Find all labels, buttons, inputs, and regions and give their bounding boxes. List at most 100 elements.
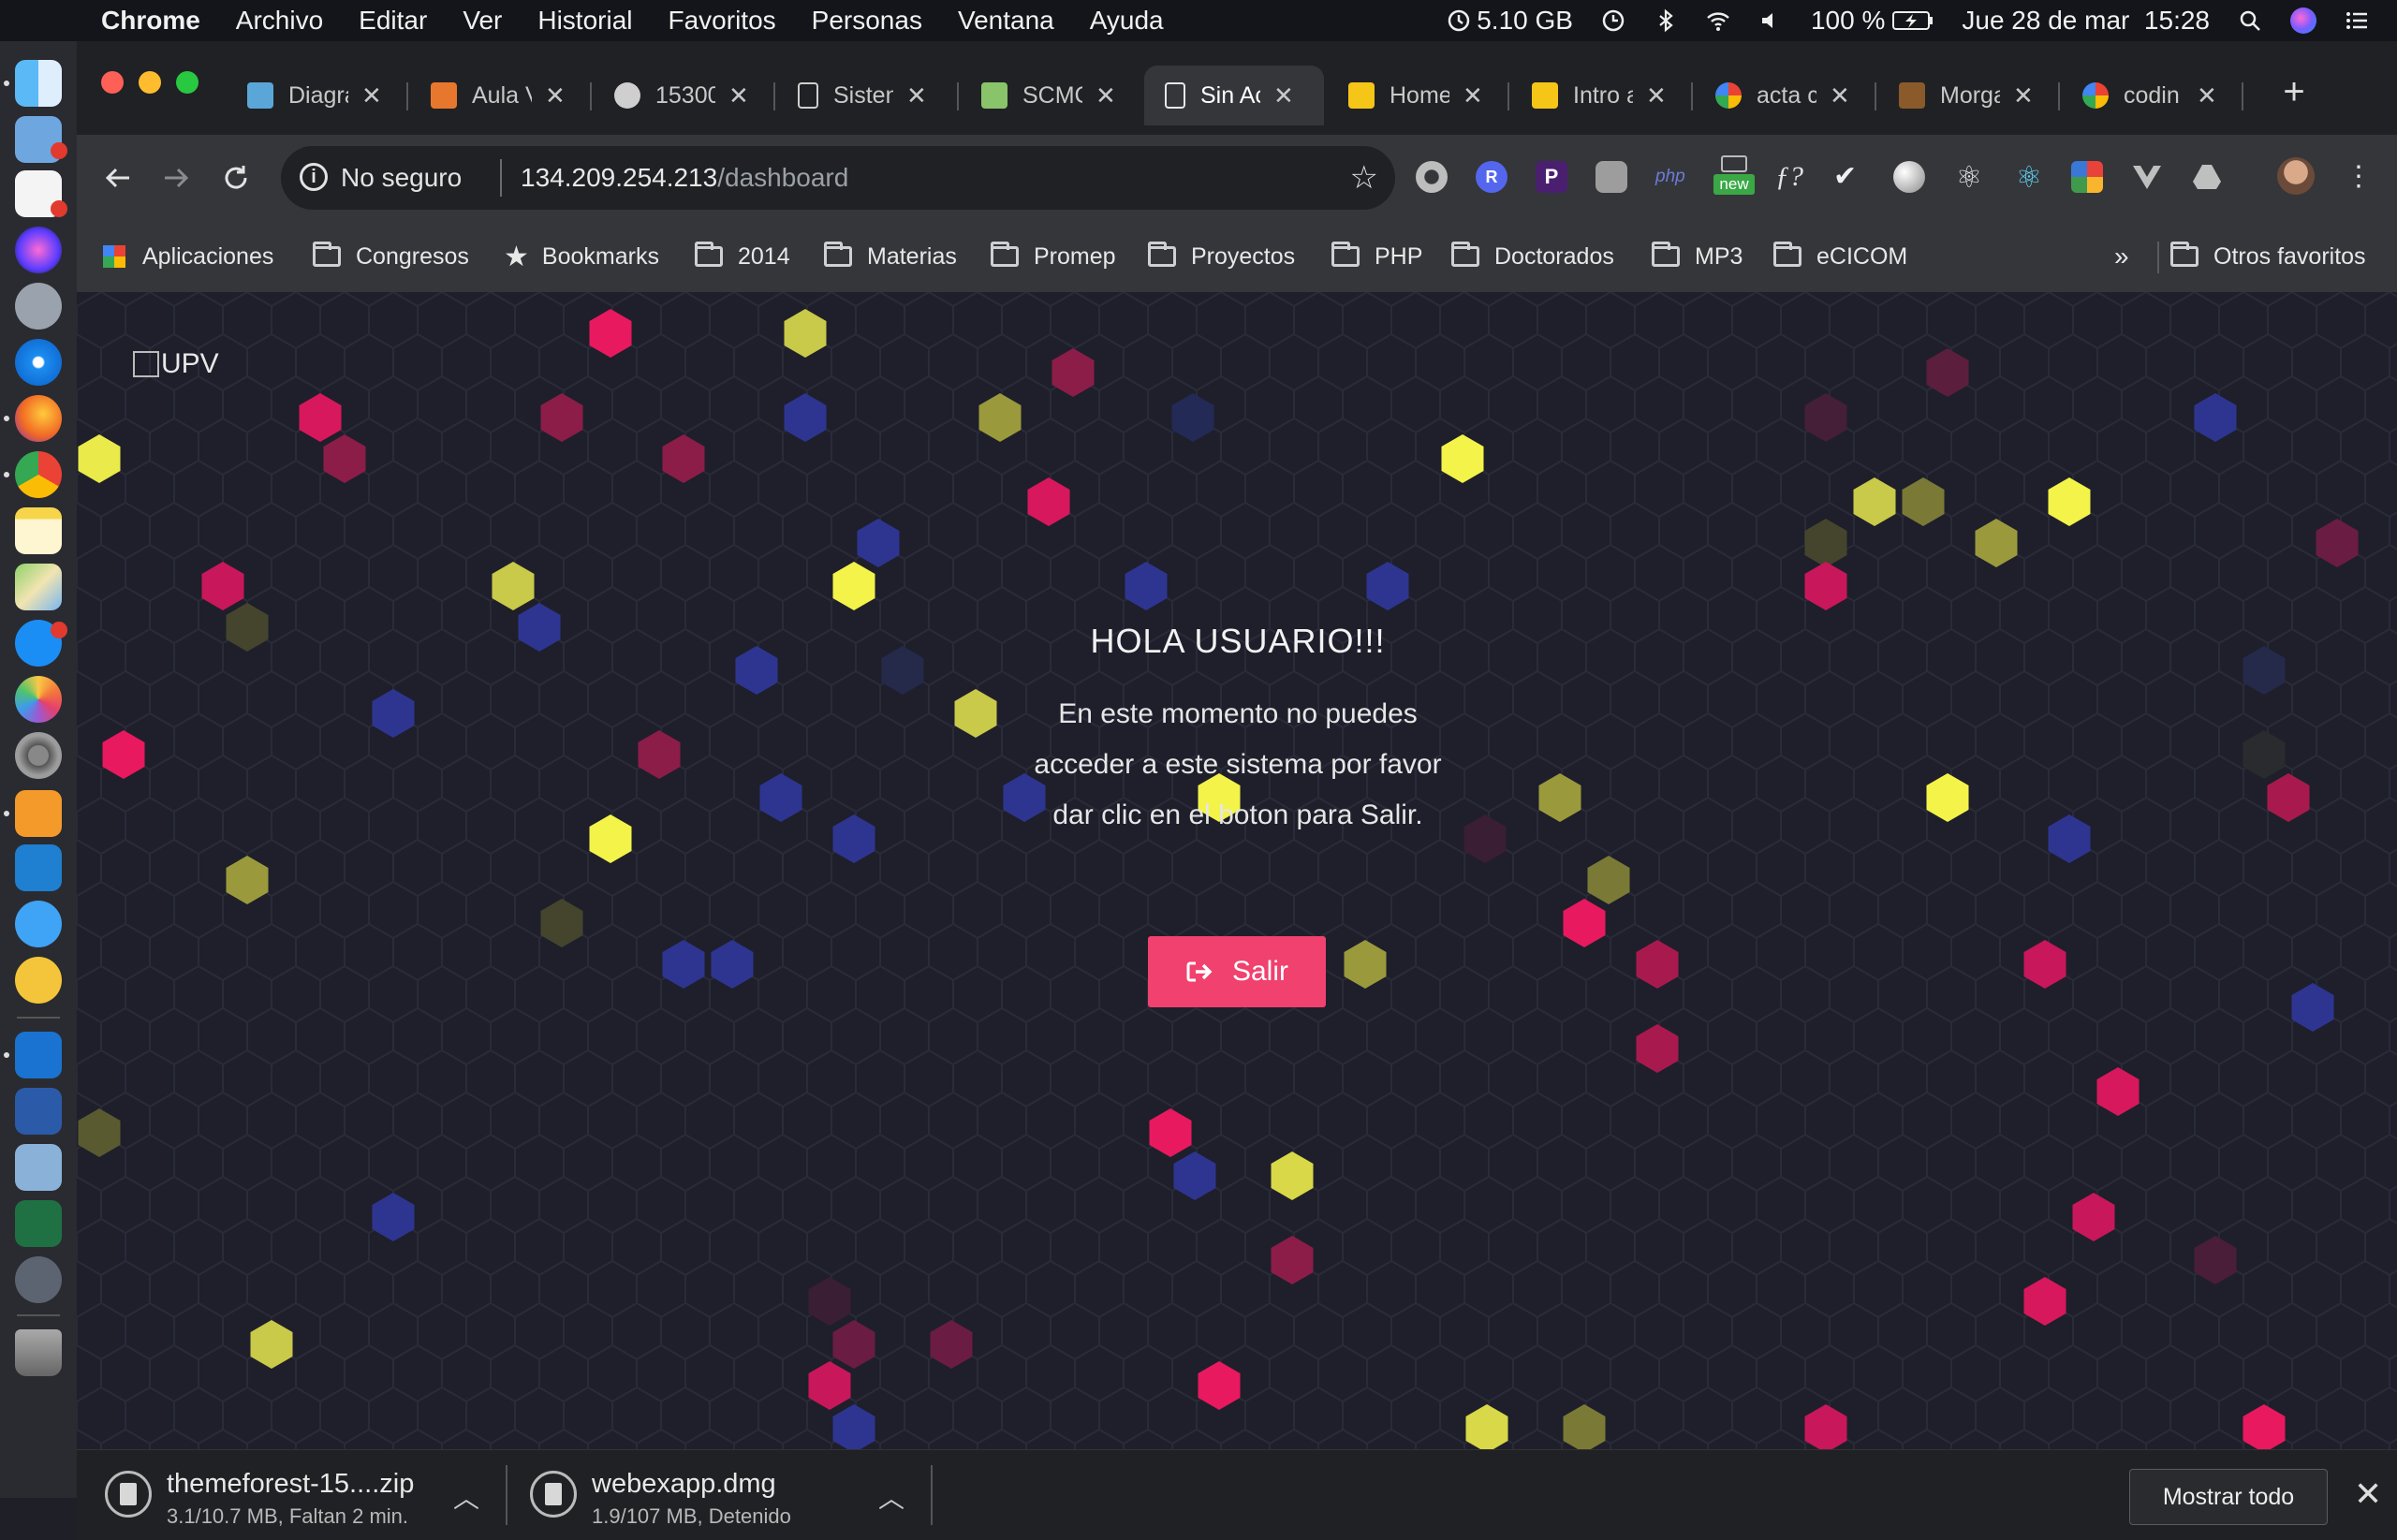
bookmark-star-icon[interactable]: ☆ — [1350, 159, 1378, 197]
tab-morgan[interactable]: Morga ✕ — [1878, 66, 2054, 125]
menu-ver[interactable]: Ver — [463, 6, 502, 36]
bookmark-folder-doctorados[interactable]: Doctorados — [1451, 238, 1614, 275]
bookmarks-overflow-button[interactable]: » — [2114, 238, 2129, 275]
chevron-up-icon[interactable]: ︿ — [878, 1478, 904, 1516]
bookmark-folder-proyectos[interactable]: Proyectos — [1148, 238, 1295, 275]
tab-github[interactable]: 15300 ✕ — [594, 66, 770, 125]
info-icon[interactable]: i — [300, 163, 328, 191]
tab-close-icon[interactable]: ✕ — [2197, 81, 2217, 110]
google-drive-icon[interactable] — [2191, 161, 2223, 193]
vscode-icon[interactable] — [15, 844, 62, 891]
r-extension-icon[interactable]: R — [1476, 161, 1507, 193]
tab-close-icon[interactable]: ✕ — [1830, 81, 1850, 110]
forward-button[interactable] — [150, 152, 202, 204]
formula-extension-icon[interactable]: ƒ? — [1775, 161, 1807, 193]
menu-ayuda[interactable]: Ayuda — [1090, 6, 1164, 36]
launchpad-rocket-icon[interactable] — [15, 283, 62, 330]
tab-close-icon[interactable]: ✕ — [1646, 81, 1667, 110]
new-extension-icon[interactable]: new — [1713, 155, 1755, 195]
bookmark-folder-2014[interactable]: 2014 — [695, 238, 790, 275]
tab-close-icon[interactable]: ✕ — [361, 81, 382, 110]
bookmark-folder-other[interactable]: Otros favoritos — [2170, 238, 2366, 275]
menu-editar[interactable]: Editar — [359, 6, 427, 36]
react-devtools-blue-icon[interactable]: ⚛ — [2013, 161, 2045, 193]
reload-button[interactable] — [210, 152, 262, 204]
finder-icon[interactable] — [15, 60, 62, 107]
bookmark-folder-ecicom[interactable]: eCICOM — [1773, 238, 1907, 275]
tab-close-icon[interactable]: ✕ — [2013, 81, 2034, 110]
wifi-icon[interactable] — [1706, 8, 1730, 33]
tab-close-icon[interactable]: ✕ — [1463, 81, 1483, 110]
bookmark-folder-promep[interactable]: Promep — [991, 238, 1116, 275]
chevron-up-icon[interactable]: ︿ — [453, 1478, 479, 1516]
menu-ventana[interactable]: Ventana — [958, 6, 1054, 36]
tab-acta-google[interactable]: acta c ✕ — [1695, 66, 1871, 125]
bookmark-folder-congresos[interactable]: Congresos — [313, 238, 469, 275]
automator-icon[interactable] — [15, 1256, 62, 1303]
preview-icon[interactable] — [15, 1144, 62, 1191]
close-window-button[interactable] — [101, 71, 124, 94]
tab-home[interactable]: Home ✕ — [1328, 66, 1504, 125]
volume-icon[interactable] — [1758, 8, 1783, 33]
download-item[interactable]: themeforest-15....zip 3.1/10.7 MB, Falta… — [77, 1450, 500, 1540]
maps-icon[interactable] — [15, 564, 62, 610]
profile-avatar[interactable] — [2277, 157, 2315, 195]
tab-close-icon[interactable]: ✕ — [728, 81, 749, 110]
menu-archivo[interactable]: Archivo — [236, 6, 323, 36]
battery-icon[interactable] — [1892, 9, 1934, 32]
camera-extension-icon[interactable] — [1596, 161, 1627, 193]
bookmark-folder-bookmarks[interactable]: ★ Bookmarks — [504, 238, 659, 275]
messages-icon[interactable] — [15, 901, 62, 947]
word-icon[interactable] — [15, 1088, 62, 1135]
sphere-extension-icon[interactable] — [1893, 161, 1925, 193]
php-extension-icon[interactable]: php — [1655, 161, 1697, 193]
minimize-window-button[interactable] — [139, 71, 161, 94]
memory-status[interactable]: 5.10 GB — [1447, 6, 1573, 36]
trello-icon[interactable] — [15, 1032, 62, 1078]
chrome-menu-icon[interactable]: ⋮ — [2343, 161, 2375, 193]
photos-icon[interactable] — [15, 676, 62, 723]
menu-personas[interactable]: Personas — [812, 6, 922, 36]
blocks-extension-icon[interactable] — [2071, 161, 2103, 193]
tab-sin-acceso-active[interactable]: Sin Ac ✕ — [1144, 66, 1324, 125]
tab-close-icon[interactable]: ✕ — [545, 81, 566, 110]
tab-diagrams[interactable]: Diagra ✕ — [227, 66, 403, 125]
notification-center-icon[interactable] — [2345, 8, 2369, 33]
download-item[interactable]: webexapp.dmg 1.9/107 MB, Detenido ︿ — [502, 1450, 925, 1540]
chrome-icon[interactable] — [15, 451, 62, 498]
bookmark-folder-php[interactable]: PHP — [1331, 238, 1422, 275]
security-status[interactable]: No seguro — [341, 163, 462, 193]
show-all-downloads-button[interactable]: Mostrar todo — [2129, 1469, 2328, 1525]
zoom-window-button[interactable] — [176, 71, 199, 94]
bookmark-apps[interactable]: Aplicaciones — [103, 238, 273, 275]
excel-icon[interactable] — [15, 1200, 62, 1247]
address-bar[interactable]: i No seguro 134.209.254.213/dashboard ☆ — [281, 146, 1395, 210]
clock[interactable]: Jue 28 de mar 15:28 — [1962, 6, 2210, 36]
menu-historial[interactable]: Historial — [537, 6, 632, 36]
salir-button[interactable]: Salir — [1148, 936, 1326, 1007]
trash-icon[interactable] — [15, 1329, 62, 1376]
p-extension-icon[interactable]: P — [1536, 161, 1567, 193]
tab-close-icon[interactable]: ✕ — [906, 81, 927, 110]
sublime-text-icon[interactable] — [15, 790, 62, 837]
siri-dock-icon[interactable] — [15, 227, 62, 273]
bookmark-folder-materias[interactable]: Materias — [824, 238, 957, 275]
checklist-extension-icon[interactable]: ✔ — [1833, 161, 1865, 193]
bookmark-folder-mp3[interactable]: MP3 — [1652, 238, 1743, 275]
tab-close-icon[interactable]: ✕ — [1096, 81, 1116, 110]
gear-extension-icon[interactable] — [1416, 161, 1448, 193]
tab-intro[interactable]: Intro a ✕ — [1511, 66, 1687, 125]
tab-sistema[interactable]: Sisten ✕ — [777, 66, 953, 125]
bluetooth-icon[interactable] — [1654, 8, 1678, 33]
react-devtools-icon[interactable]: ⚛ — [1953, 161, 1985, 193]
close-shelf-icon[interactable]: ✕ — [2354, 1474, 2382, 1514]
tab-close-icon[interactable]: ✕ — [1273, 81, 1294, 110]
cyberduck-icon[interactable] — [15, 957, 62, 1004]
notes-icon[interactable] — [15, 507, 62, 554]
siri-icon[interactable] — [2290, 7, 2316, 34]
vue-devtools-icon[interactable] — [2131, 161, 2163, 193]
url-text[interactable]: 134.209.254.213/dashboard — [521, 163, 848, 193]
system-preferences-icon[interactable] — [15, 732, 62, 779]
spotlight-search-icon[interactable] — [2238, 8, 2262, 33]
tab-aula-virtual[interactable]: Aula V ✕ — [410, 66, 586, 125]
